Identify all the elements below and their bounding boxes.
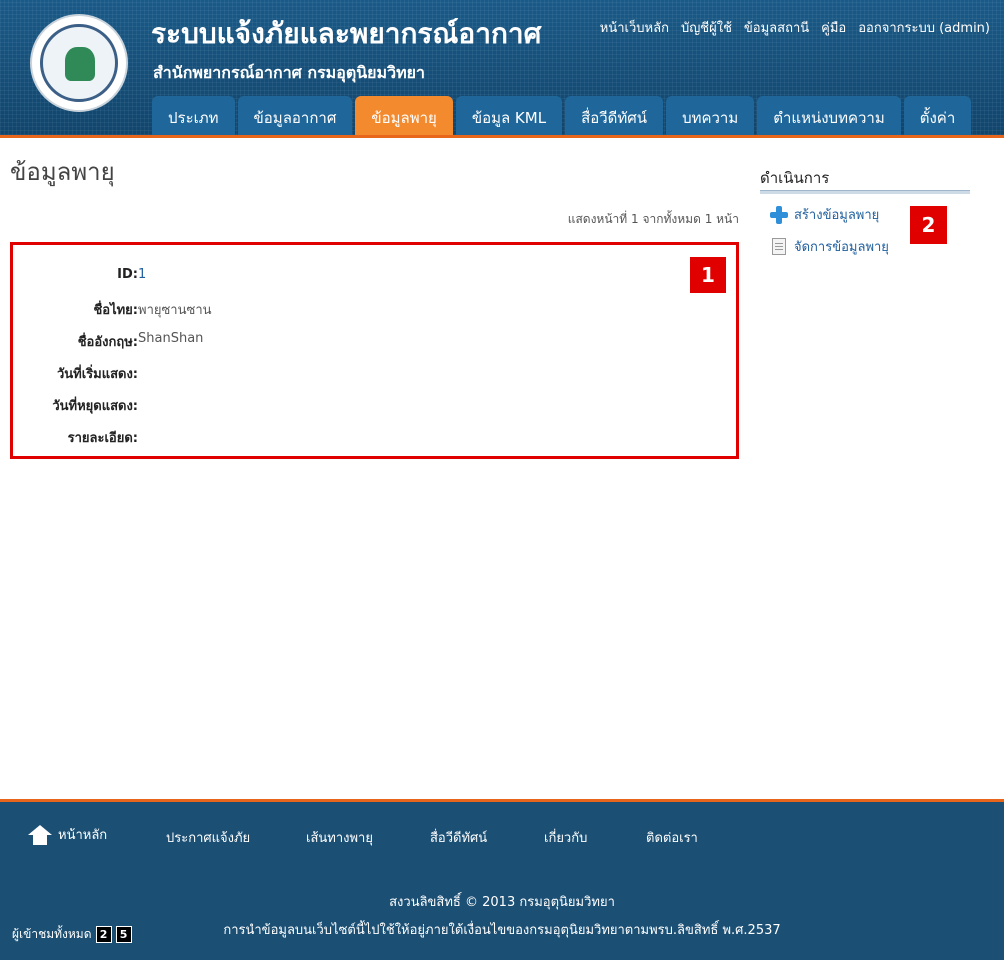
field-value-id-link[interactable]: 1	[138, 267, 146, 282]
visitor-counter-label: ผู้เข้าชมทั้งหมด	[12, 927, 92, 941]
footer-link-about[interactable]: เกี่ยวกับ	[544, 827, 587, 848]
field-row-details: รายละเอียด:	[13, 423, 713, 447]
field-label: ID:	[117, 267, 138, 282]
manage-storms-label: จัดการข้อมูลพายุ	[794, 240, 889, 255]
site-header: ระบบแจ้งภัยและพยากรณ์อากาศ สำนักพยากรณ์อ…	[0, 0, 1004, 135]
top-links: หน้าเว็บหลัก บัญชีผู้ใช้ ข้อมูลสถานี คู่…	[600, 17, 990, 38]
field-value: พายุซานซาน	[138, 303, 212, 318]
tab-weather-data[interactable]: ข้อมูลอากาศ	[237, 96, 353, 135]
footer-home-label: หน้าหลัก	[58, 828, 108, 843]
annotation-badge-2: 2	[910, 206, 947, 244]
home-icon	[28, 824, 52, 845]
tab-kml-data[interactable]: ข้อมูล KML	[455, 96, 563, 135]
footer-link-videos[interactable]: สื่อวีดีทัศน์	[430, 827, 487, 848]
field-row-id: ID: 1	[13, 263, 713, 287]
create-storm-link[interactable]: สร้างข้อมูลพายุ	[770, 204, 879, 225]
top-link-home[interactable]: หน้าเว็บหลัก	[600, 17, 669, 38]
field-label: วันที่หยุดแสดง:	[52, 399, 138, 414]
annotation-badge-1: 1	[690, 257, 726, 293]
field-label: ชื่อไทย:	[93, 303, 138, 318]
sidebar-title: ดำเนินการ	[760, 169, 830, 187]
logo-emblem	[40, 24, 118, 102]
footer-link-home[interactable]: หน้าหลัก	[28, 824, 107, 845]
header-divider	[0, 135, 1004, 138]
field-row-thai-name: ชื่อไทย: พายุซานซาน	[13, 295, 713, 319]
footer-link-contact[interactable]: ติดต่อเรา	[646, 827, 698, 848]
top-link-manual[interactable]: คู่มือ	[821, 17, 846, 38]
site-title: ระบบแจ้งภัยและพยากรณ์อากาศ	[151, 17, 542, 50]
document-icon	[772, 238, 786, 255]
tab-storm-data[interactable]: ข้อมูลพายุ	[355, 96, 453, 135]
tab-articles[interactable]: บทความ	[666, 96, 755, 135]
sidebar-divider	[760, 190, 970, 194]
visitor-digit: 2	[95, 926, 112, 943]
top-link-account[interactable]: บัญชีผู้ใช้	[681, 17, 732, 38]
logo-figure	[65, 47, 95, 81]
main-nav: ประเภท ข้อมูลอากาศ ข้อมูลพายุ ข้อมูล KML…	[152, 96, 972, 135]
top-link-stations[interactable]: ข้อมูลสถานี	[744, 17, 809, 38]
footer-link-warnings[interactable]: ประกาศแจ้งภัย	[166, 827, 250, 848]
top-link-logout[interactable]: ออกจากระบบ (admin)	[858, 17, 990, 38]
tab-videos[interactable]: สื่อวีดีทัศน์	[565, 96, 664, 135]
tab-categories[interactable]: ประเภท	[152, 96, 235, 135]
tab-settings[interactable]: ตั้งค่า	[903, 96, 972, 135]
visitor-digit: 5	[115, 926, 132, 943]
storm-detail-panel: ID: 1 ชื่อไทย: พายุซานซาน ชื่ออังกฤษ: Sh…	[10, 242, 739, 459]
pager-summary: แสดงหน้าที่ 1 จากทั้งหมด 1 หน้า	[567, 212, 739, 226]
field-row-english-name: ชื่ออังกฤษ: ShanShan	[13, 327, 713, 351]
footer-link-storm-tracks[interactable]: เส้นทางพายุ	[306, 827, 373, 848]
copyright-text: สงวนลิขสิทธิ์ © 2013 กรมอุตุนิยมวิทยา	[389, 895, 615, 910]
field-label: วันที่เริ่มแสดง:	[56, 367, 138, 382]
field-row-start-date: วันที่เริ่มแสดง:	[13, 359, 713, 383]
site-subtitle: สำนักพยากรณ์อากาศ กรมอุตุนิยมวิทยา	[153, 63, 425, 82]
tab-article-positions[interactable]: ตำแหน่งบทความ	[757, 96, 901, 135]
visitor-counter: ผู้เข้าชมทั้งหมด 2 5	[12, 925, 132, 944]
page-title: ข้อมูลพายุ	[10, 158, 115, 186]
plus-icon	[770, 205, 788, 224]
manage-storms-link[interactable]: จัดการข้อมูลพายุ	[770, 236, 889, 257]
department-logo-icon[interactable]	[30, 14, 128, 112]
field-value: ShanShan	[138, 331, 204, 346]
field-label: รายละเอียด:	[67, 431, 138, 446]
site-footer: หน้าหลัก ประกาศแจ้งภัย เส้นทางพายุ สื่อว…	[0, 802, 1004, 960]
field-label: ชื่ออังกฤษ:	[77, 335, 138, 350]
create-storm-label: สร้างข้อมูลพายุ	[794, 208, 880, 223]
usage-notice: การนำข้อมูลบนเว็บไซต์นี้ไปใช้ให้อยู่ภายใ…	[223, 923, 781, 938]
field-row-end-date: วันที่หยุดแสดง:	[13, 391, 713, 415]
